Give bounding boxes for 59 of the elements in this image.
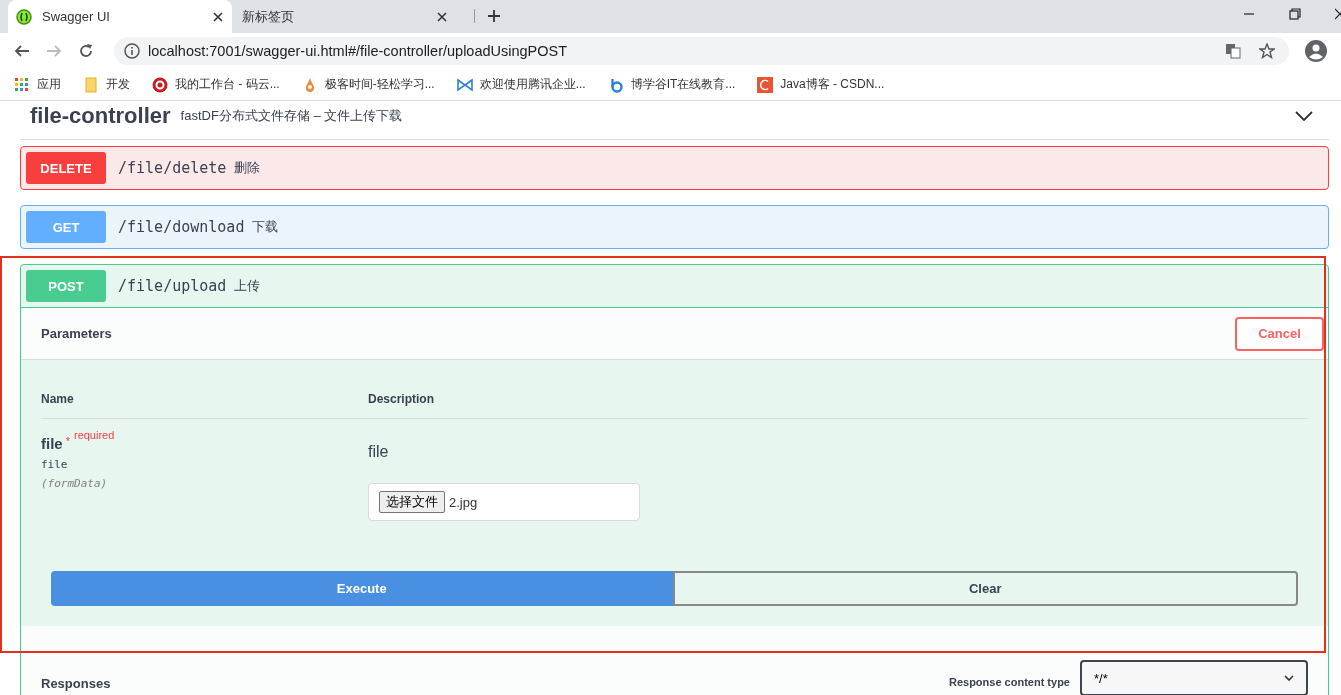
method-badge: GET — [26, 211, 106, 243]
parameter-name: file — [41, 434, 63, 452]
url-text: localhost:7001/swagger-ui.html#/file-controller/uploadUsingPOST — [148, 43, 568, 59]
chevron-icon[interactable] — [1295, 111, 1313, 121]
parameters-heading: Parameters — [41, 326, 112, 341]
close-icon[interactable] — [436, 10, 448, 23]
bookmark[interactable]: 博学谷IT在线教育... — [607, 76, 736, 93]
restore-icon[interactable] — [1289, 8, 1301, 20]
info-icon — [124, 43, 140, 59]
endpoint-path[interactable]: /file/upload — [118, 277, 227, 295]
responses-heading: Responses — [41, 676, 111, 691]
c-square-icon — [757, 76, 774, 93]
bookmark[interactable]: 应用 — [14, 76, 61, 93]
reload-icon[interactable] — [78, 43, 94, 59]
endpoint-summary: 上传 — [234, 277, 261, 295]
tab-title: 新标签页 — [241, 7, 295, 26]
caret-icon — [1284, 675, 1294, 681]
bookmark[interactable]: Java博客 - CSDN... — [757, 76, 885, 93]
required-asterisk: * — [65, 435, 70, 447]
column-header: Description — [368, 392, 435, 406]
bookmark[interactable]: 开发 — [83, 76, 130, 93]
globe-icon — [16, 8, 32, 25]
circle-logo-icon — [152, 76, 168, 93]
method-badge: DELETE — [26, 152, 106, 184]
required-label: required — [73, 429, 115, 441]
endpoint-path[interactable]: /file/delete — [118, 159, 227, 177]
clear-button[interactable]: Clear — [672, 571, 1298, 606]
choose-file-button[interactable]: 选择文件 — [379, 491, 445, 513]
tab-title: Swagger UI — [42, 9, 111, 24]
bookmark[interactable]: 极客时间-轻松学习... — [301, 76, 435, 93]
folder-icon — [83, 76, 99, 93]
method-badge: POST — [26, 270, 106, 302]
bookmark[interactable]: 我的工作台 - 码云... — [152, 76, 280, 93]
browser-tab[interactable]: Swagger UI — [8, 0, 232, 33]
apps-icon — [14, 76, 30, 93]
account-icon[interactable] — [1305, 40, 1327, 62]
address-bar[interactable]: localhost:7001/swagger-ui.html#/file-controller/uploadUsingPOST — [114, 37, 1289, 65]
endpoint-summary: 下载 — [252, 218, 279, 236]
section-title: file-controller — [30, 103, 171, 129]
star-icon[interactable] — [1259, 43, 1275, 59]
content-type-select[interactable]: */* — [1080, 660, 1308, 695]
content-type-label: Response content type — [948, 676, 1070, 688]
section-description: fastDF分布式文件存储 – 文件上传下载 — [180, 107, 403, 125]
parameter-location: (formData) — [41, 477, 109, 490]
back-icon[interactable] — [14, 43, 30, 59]
close-icon[interactable] — [212, 10, 224, 23]
close-icon[interactable] — [1335, 8, 1341, 20]
bowtie-icon — [456, 76, 473, 93]
translate-icon[interactable] — [1225, 43, 1241, 59]
parameter-description: file — [368, 443, 390, 461]
bookmark[interactable]: 欢迎使用腾讯企业... — [456, 76, 586, 93]
endpoint-summary: 删除 — [234, 159, 261, 177]
endpoint-path[interactable]: /file/download — [118, 218, 245, 236]
file-name: 2.jpg — [449, 494, 478, 510]
file-input[interactable]: 选择文件 2.jpg — [368, 483, 640, 521]
plus-icon[interactable] — [474, 9, 501, 23]
browser-tab[interactable]: 新标签页 — [232, 0, 456, 33]
parameter-type: file — [41, 458, 69, 471]
column-header: Name — [41, 392, 75, 406]
